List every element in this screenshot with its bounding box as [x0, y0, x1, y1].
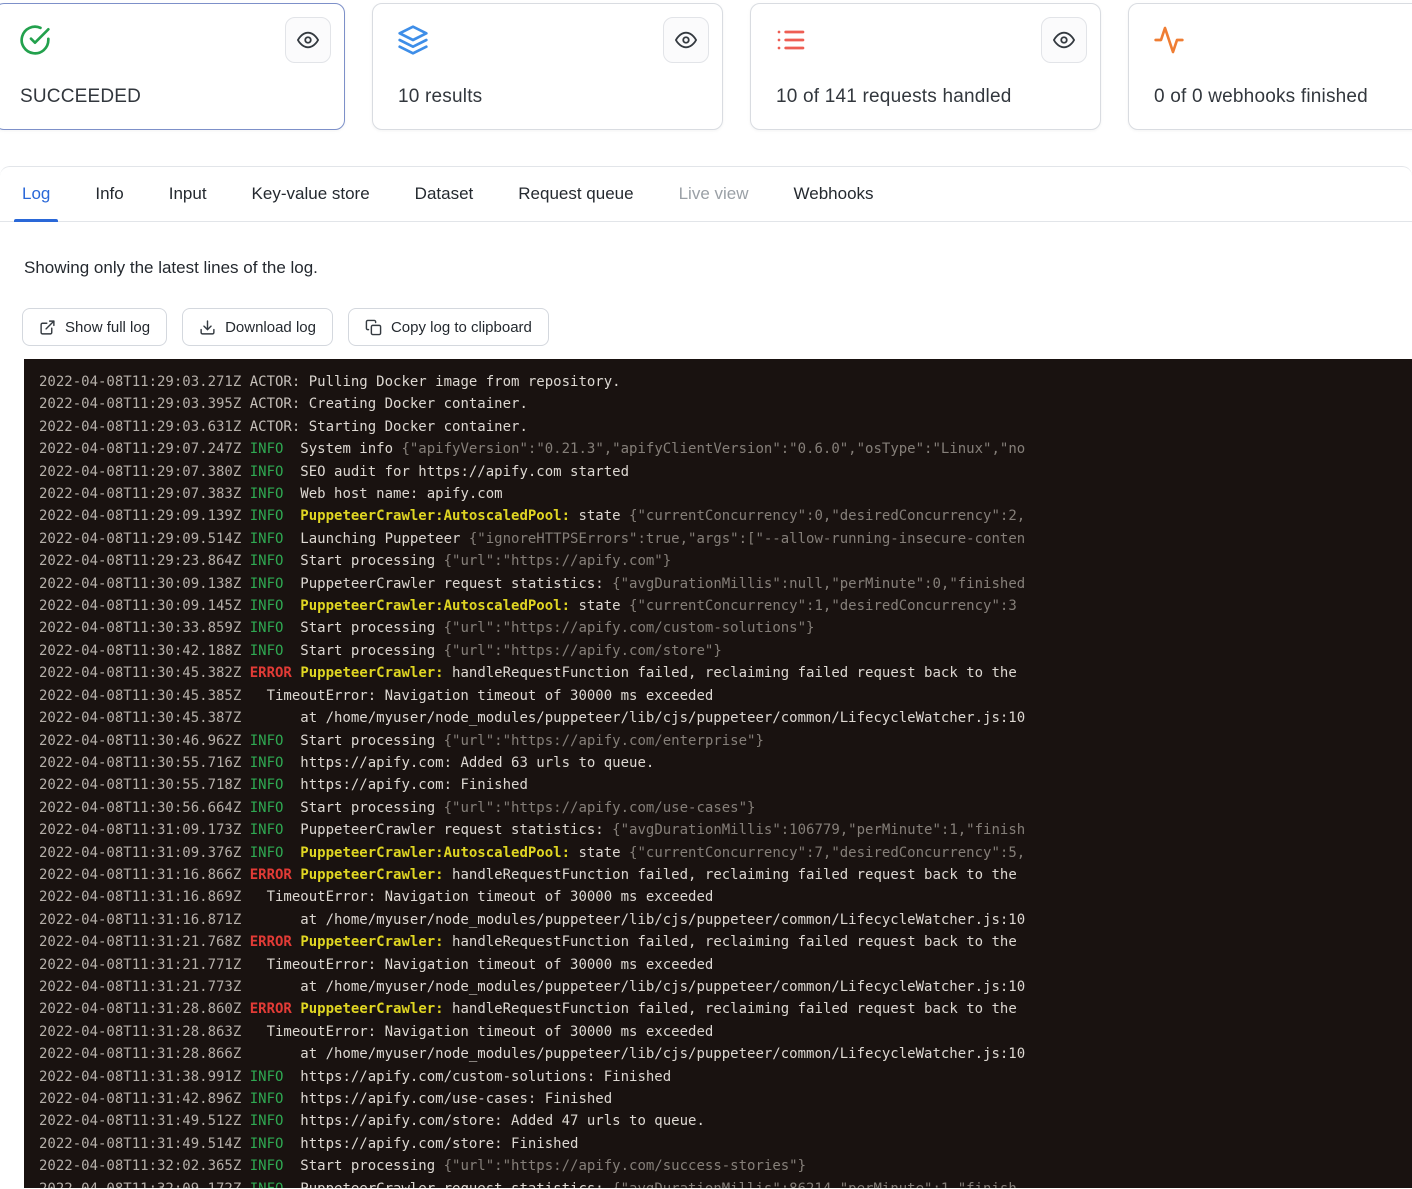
log-line: 2022-04-08T11:31:21.768Z ERROR Puppeteer…	[39, 931, 1412, 953]
log-tab-panel: Showing only the latest lines of the log…	[0, 258, 1412, 1188]
download-icon	[199, 319, 216, 336]
run-status-cards: SUCCEEDED 10 results 10 of 141 requests ha…	[0, 0, 1412, 130]
log-line: 2022-04-08T11:29:03.631Z ACTOR: Starting…	[39, 416, 1412, 438]
eye-view-button[interactable]	[663, 17, 709, 63]
status-card-label: 0 of 0 webhooks finished	[1154, 86, 1368, 108]
log-line: 2022-04-08T11:29:03.271Z ACTOR: Pulling …	[39, 371, 1412, 393]
log-line: 2022-04-08T11:30:09.145Z INFO PuppeteerC…	[39, 595, 1412, 617]
log-line: 2022-04-08T11:30:42.188Z INFO Start proc…	[39, 640, 1412, 662]
button-label: Copy log to clipboard	[391, 319, 532, 336]
log-line: 2022-04-08T11:31:28.863Z TimeoutError: N…	[39, 1021, 1412, 1043]
log-line: 2022-04-08T11:31:21.771Z TimeoutError: N…	[39, 954, 1412, 976]
pulse-icon	[1153, 24, 1185, 56]
tab-live-view: Live view	[679, 167, 749, 222]
log-line: 2022-04-08T11:30:46.962Z INFO Start proc…	[39, 730, 1412, 752]
tab-dataset[interactable]: Dataset	[415, 167, 474, 222]
run-tabs: Log Info Input Key-value store Dataset Reques…	[0, 167, 1412, 222]
log-line: 2022-04-08T11:29:07.380Z INFO SEO audit …	[39, 461, 1412, 483]
log-line: 2022-04-08T11:30:45.387Z at /home/myuser…	[39, 707, 1412, 729]
log-note: Showing only the latest lines of the log…	[24, 258, 1412, 278]
log-line: 2022-04-08T11:32:02.365Z INFO Start proc…	[39, 1155, 1412, 1177]
log-line: 2022-04-08T11:31:38.991Z INFO https://ap…	[39, 1066, 1412, 1088]
copy-log-to-clipboard-button[interactable]: Copy log to clipboard	[348, 308, 549, 346]
log-line: 2022-04-08T11:31:16.871Z at /home/myuser…	[39, 909, 1412, 931]
tab-log[interactable]: Log	[22, 167, 50, 222]
log-line: 2022-04-08T11:31:28.866Z at /home/myuser…	[39, 1043, 1412, 1065]
status-card-1[interactable]: 10 results	[372, 3, 723, 130]
log-line: 2022-04-08T11:31:16.866Z ERROR Puppeteer…	[39, 864, 1412, 886]
log-line: 2022-04-08T11:31:49.512Z INFO https://ap…	[39, 1110, 1412, 1132]
button-label: Show full log	[65, 319, 150, 336]
log-line: 2022-04-08T11:31:09.173Z INFO PuppeteerC…	[39, 819, 1412, 841]
log-line: 2022-04-08T11:29:23.864Z INFO Start proc…	[39, 550, 1412, 572]
layers-icon	[397, 24, 429, 56]
show-full-log-button[interactable]: Show full log	[22, 308, 167, 346]
check-circle-icon	[19, 24, 51, 56]
eye-view-button[interactable]	[285, 17, 331, 63]
list-icon	[775, 24, 807, 56]
log-line: 2022-04-08T11:30:33.859Z INFO Start proc…	[39, 617, 1412, 639]
status-card-label: 10 results	[398, 86, 482, 108]
tab-input[interactable]: Input	[169, 167, 207, 222]
status-card-3[interactable]: 0 of 0 webhooks finished	[1128, 3, 1412, 130]
eye-view-button[interactable]	[1041, 17, 1087, 63]
status-card-0[interactable]: SUCCEEDED	[0, 3, 345, 130]
log-line: 2022-04-08T11:30:55.716Z INFO https://ap…	[39, 752, 1412, 774]
button-label: Download log	[225, 319, 316, 336]
log-line: 2022-04-08T11:31:42.896Z INFO https://ap…	[39, 1088, 1412, 1110]
log-line: 2022-04-08T11:31:49.514Z INFO https://ap…	[39, 1133, 1412, 1155]
log-line: 2022-04-08T11:32:09.172Z INFO PuppeteerC…	[39, 1178, 1412, 1188]
status-card-2[interactable]: 10 of 141 requests handled	[750, 3, 1101, 130]
tab-request-queue[interactable]: Request queue	[518, 167, 633, 222]
status-card-label: SUCCEEDED	[20, 86, 141, 108]
tab-info[interactable]: Info	[95, 167, 123, 222]
log-line: 2022-04-08T11:30:56.664Z INFO Start proc…	[39, 797, 1412, 819]
tab-webhooks[interactable]: Webhooks	[794, 167, 874, 222]
log-actions: Show full log Download log Copy log to cli…	[22, 308, 1412, 346]
log-line: 2022-04-08T11:30:45.382Z ERROR Puppeteer…	[39, 662, 1412, 684]
log-console[interactable]: 2022-04-08T11:29:03.271Z ACTOR: Pulling …	[24, 359, 1412, 1188]
log-line: 2022-04-08T11:30:09.138Z INFO PuppeteerC…	[39, 573, 1412, 595]
log-line: 2022-04-08T11:30:45.385Z TimeoutError: N…	[39, 685, 1412, 707]
copy-icon	[365, 319, 382, 336]
log-line: 2022-04-08T11:31:28.860Z ERROR Puppeteer…	[39, 998, 1412, 1020]
log-line: 2022-04-08T11:31:21.773Z at /home/myuser…	[39, 976, 1412, 998]
log-line: 2022-04-08T11:29:09.139Z INFO PuppeteerC…	[39, 505, 1412, 527]
download-log-button[interactable]: Download log	[182, 308, 333, 346]
status-card-label: 10 of 141 requests handled	[776, 86, 1012, 108]
log-line: 2022-04-08T11:31:09.376Z INFO PuppeteerC…	[39, 842, 1412, 864]
tab-key-value-store[interactable]: Key-value store	[252, 167, 370, 222]
run-detail-section: Log Info Input Key-value store Dataset Reques…	[0, 166, 1412, 1188]
log-line: 2022-04-08T11:31:16.869Z TimeoutError: N…	[39, 886, 1412, 908]
log-line: 2022-04-08T11:29:07.247Z INFO System inf…	[39, 438, 1412, 460]
log-line: 2022-04-08T11:30:55.718Z INFO https://ap…	[39, 774, 1412, 796]
external-link-icon	[39, 319, 56, 336]
log-line: 2022-04-08T11:29:03.395Z ACTOR: Creating…	[39, 393, 1412, 415]
log-line: 2022-04-08T11:29:07.383Z INFO Web host n…	[39, 483, 1412, 505]
log-line: 2022-04-08T11:29:09.514Z INFO Launching …	[39, 528, 1412, 550]
